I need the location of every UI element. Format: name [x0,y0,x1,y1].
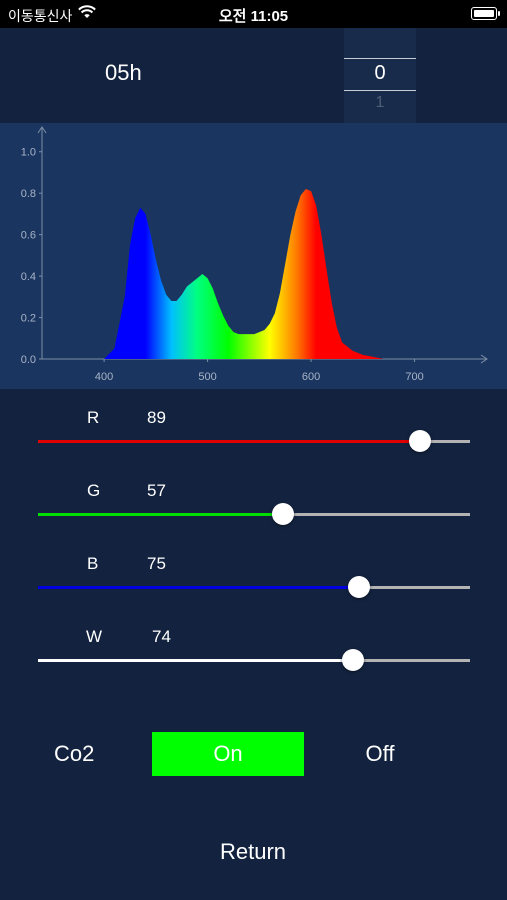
slider-track[interactable] [38,576,470,598]
x-tick-label: 600 [302,371,320,383]
slider-label: W [86,627,103,646]
slider-label: G [87,481,101,500]
slider-fill [38,659,354,662]
minute-picker[interactable]: 0 1 [344,28,416,123]
slider-thumb[interactable] [342,649,365,671]
slider-value: 74 [152,627,171,646]
x-tick-label: 400 [95,371,113,383]
y-tick-label: 0.2 [21,313,36,325]
y-tick-label: 0.6 [21,230,36,242]
slider-fill [38,440,421,443]
slider-thumb[interactable] [409,430,432,452]
slider-row-r: R 89 [0,400,507,460]
battery-icon [471,7,500,20]
x-tick-label: 700 [405,371,423,383]
picker-selected-value[interactable]: 0 [344,62,416,85]
slider-row-g: G 57 [0,473,507,533]
spectrum-chart: 0.0 0.2 0.4 0.6 0.8 1.0 400 500 600 700 [0,123,507,389]
slider-row-w: W 74 [0,619,507,679]
slider-label: B [87,554,99,573]
status-time: 오전 11:05 [218,8,289,25]
slider-value: 89 [147,408,166,427]
y-tick-label: 0.4 [21,271,36,283]
y-tick-label: 0.0 [21,354,36,366]
slider-thumb[interactable] [272,503,295,525]
slider-fill [38,513,284,516]
return-button[interactable]: Return [193,832,313,872]
slider-row-b: B 75 [0,546,507,606]
slider-track[interactable] [38,503,470,525]
spectrum-area [104,189,394,359]
slider-fill [38,586,359,589]
slider-label: R [87,408,100,427]
spectrum-chart-svg: 0.0 0.2 0.4 0.6 0.8 1.0 400 500 600 700 [21,126,488,383]
hour-label: 05h [105,60,142,85]
slider-track[interactable] [38,430,470,452]
slider-value: 75 [147,554,166,573]
slider-thumb[interactable] [347,576,370,598]
header: 05h 0 1 [0,28,507,123]
slider-track[interactable] [38,649,470,671]
status-bar: 이동통신사 오전 11:05 [0,0,507,28]
picker-next-value[interactable]: 1 [344,94,416,112]
y-tick-label: 0.8 [21,188,36,200]
co2-label: Co2 [54,741,95,766]
picker-divider-top [344,58,416,59]
picker-divider-bottom [344,90,416,91]
x-tick-label: 500 [198,371,216,383]
co2-off-button[interactable]: Off [350,732,410,776]
y-tick-label: 1.0 [21,147,36,159]
slider-value: 57 [147,481,166,500]
co2-on-button[interactable]: On [152,732,304,776]
